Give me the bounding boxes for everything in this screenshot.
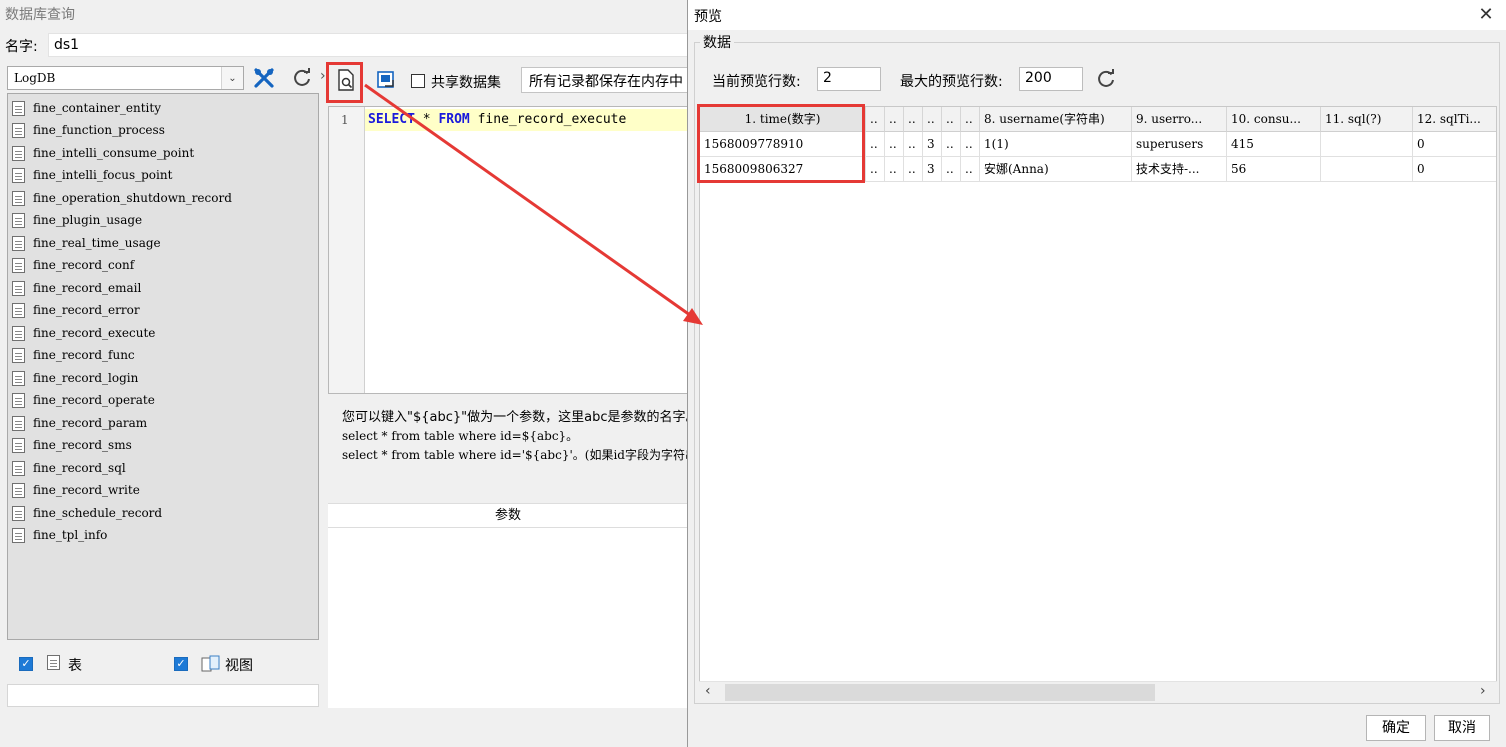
annotation-arrow (364, 83, 703, 325)
